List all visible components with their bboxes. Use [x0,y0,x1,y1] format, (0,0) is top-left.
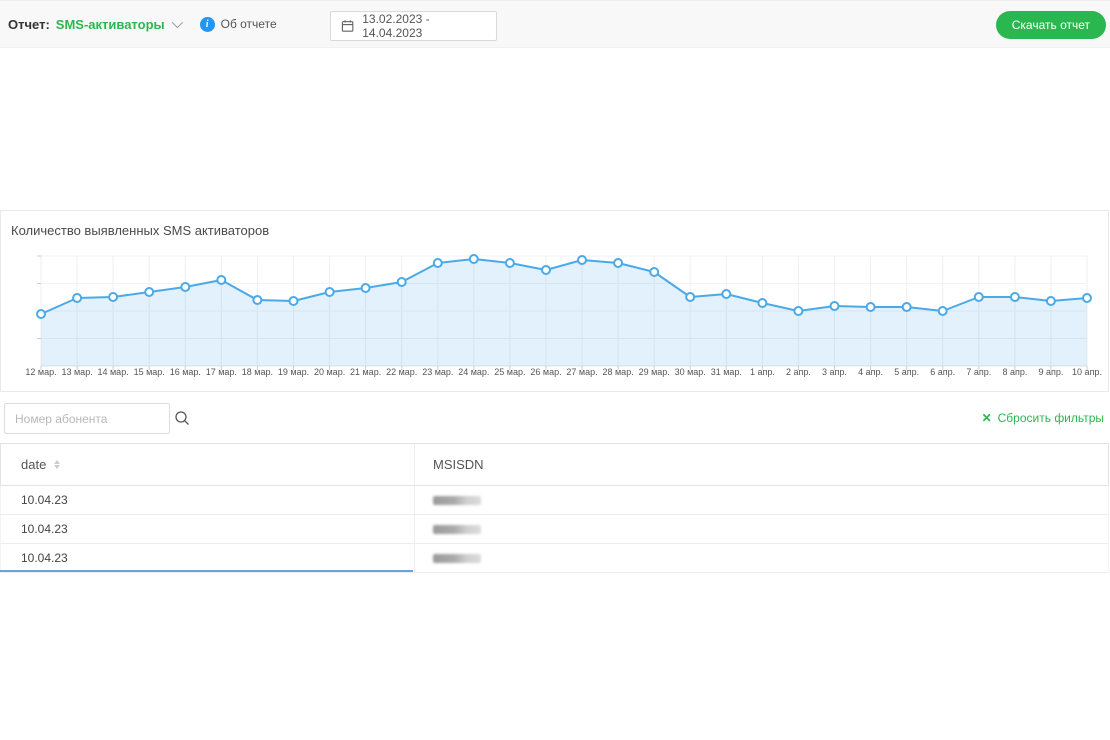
svg-text:19 мар.: 19 мар. [278,367,309,377]
svg-text:12 мар.: 12 мар. [25,367,56,377]
date-range-picker[interactable]: 13.02.2023 - 14.04.2023 [330,11,497,41]
svg-text:28 мар.: 28 мар. [602,367,633,377]
activators-chart-card: Количество выявленных SMS активаторов 12… [0,210,1109,392]
msisdn-cell [414,544,1108,572]
redacted-msisdn [433,525,481,534]
svg-text:24 мар.: 24 мар. [458,367,489,377]
svg-text:3 апр.: 3 апр. [822,367,847,377]
about-report-link[interactable]: i Об отчете [200,17,277,32]
svg-text:22 мар.: 22 мар. [386,367,417,377]
svg-text:7 апр.: 7 апр. [966,367,991,377]
report-selector-group: Отчет: SMS-активаторы i Об отчете [8,1,277,47]
info-icon: i [200,17,215,32]
svg-text:4 апр.: 4 апр. [858,367,883,377]
results-table: date MSISDN 10.04.23 10.04.23 10.04.23 [0,443,1109,573]
date-column-label: date [21,457,46,472]
search-icon[interactable] [174,404,191,433]
svg-text:1 апр.: 1 апр. [750,367,775,377]
date-cell: 10.04.23 [1,486,414,514]
svg-text:26 мар.: 26 мар. [530,367,561,377]
date-range-value: 13.02.2023 - 14.04.2023 [362,12,486,40]
download-report-button[interactable]: Скачать отчет [996,11,1106,39]
svg-text:14 мар.: 14 мар. [97,367,128,377]
redacted-msisdn [433,554,481,563]
svg-text:30 мар.: 30 мар. [675,367,706,377]
chevron-down-icon [171,17,182,28]
svg-text:2 апр.: 2 апр. [786,367,811,377]
report-label: Отчет: [8,17,50,32]
column-header-msisdn: MSISDN [414,444,1108,485]
date-cell: 10.04.23 [1,544,414,572]
svg-text:13 мар.: 13 мар. [61,367,92,377]
svg-text:8 апр.: 8 апр. [1002,367,1027,377]
calendar-icon [341,19,354,33]
redacted-msisdn [433,496,481,505]
svg-text:21 мар.: 21 мар. [350,367,381,377]
svg-text:9 апр.: 9 апр. [1038,367,1063,377]
svg-text:23 мар.: 23 мар. [422,367,453,377]
about-report-label: Об отчете [221,17,277,31]
table-row: 10.04.23 [0,486,1109,515]
svg-text:29 мар.: 29 мар. [639,367,670,377]
reset-filters-label: Сбросить фильтры [998,411,1104,425]
svg-text:27 мар.: 27 мар. [566,367,597,377]
subscriber-search-box [4,403,170,434]
report-type-dropdown[interactable]: SMS-активаторы [56,17,180,32]
report-name: SMS-активаторы [56,17,165,32]
sort-icon [54,460,60,469]
msisdn-cell [414,515,1108,543]
close-icon: ✕ [982,412,992,424]
svg-text:5 апр.: 5 апр. [894,367,919,377]
svg-text:25 мар.: 25 мар. [494,367,525,377]
table-row: 10.04.23 [0,515,1109,544]
report-toolbar: Отчет: SMS-активаторы i Об отчете 13.02.… [0,0,1110,48]
svg-text:17 мар.: 17 мар. [206,367,237,377]
svg-text:20 мар.: 20 мар. [314,367,345,377]
svg-text:15 мар.: 15 мар. [134,367,165,377]
table-header-row: date MSISDN [0,443,1109,486]
reset-filters-button[interactable]: ✕ Сбросить фильтры [982,411,1104,425]
activators-area-chart: 12 мар. 13 мар. 14 мар. 15 мар. 16 мар. 17 ма… [1,211,1108,391]
date-cell: 10.04.23 [1,515,414,543]
filter-row: ✕ Сбросить фильтры [0,400,1110,436]
table-row: 10.04.23 [0,544,1109,573]
table-scroll-edge [0,570,413,572]
date-value: 10.04.23 [21,522,68,536]
subscriber-number-input[interactable] [5,404,174,433]
svg-text:18 мар.: 18 мар. [242,367,273,377]
msisdn-column-label: MSISDN [433,457,484,472]
date-value: 10.04.23 [21,551,68,565]
column-header-date[interactable]: date [1,444,414,485]
svg-text:6 апр.: 6 апр. [930,367,955,377]
svg-text:10 апр.: 10 апр. [1072,367,1102,377]
svg-text:31 мар.: 31 мар. [711,367,742,377]
date-value: 10.04.23 [21,493,68,507]
svg-text:16 мар.: 16 мар. [170,367,201,377]
msisdn-cell [414,486,1108,514]
